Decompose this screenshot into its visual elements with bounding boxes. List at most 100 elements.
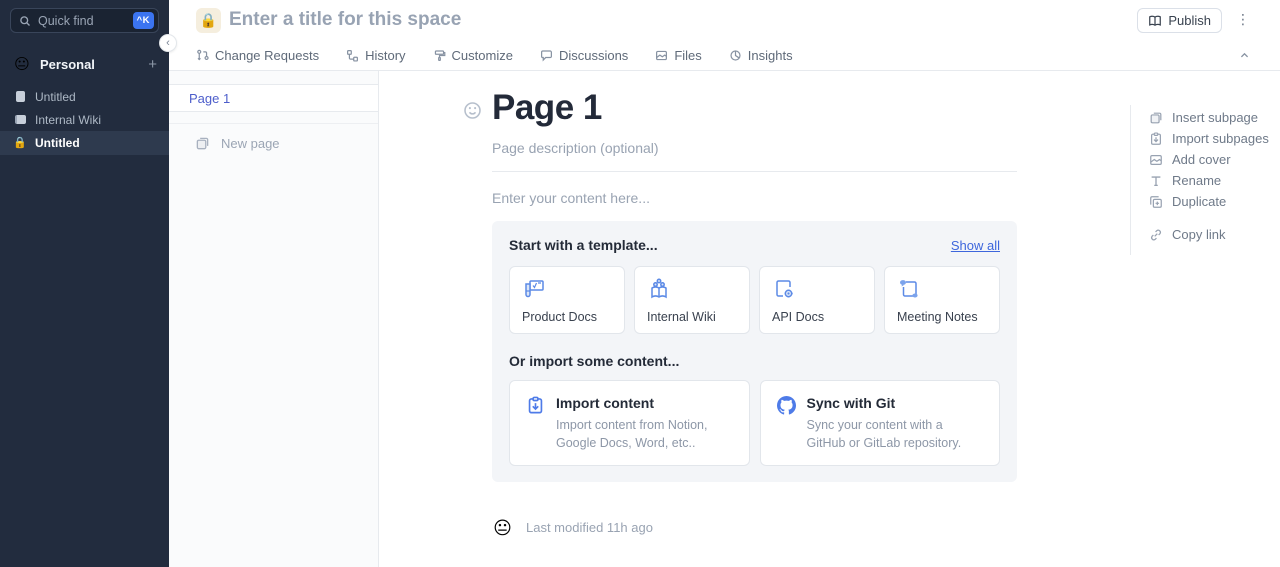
page-list-item-selected[interactable]: Page 1 xyxy=(169,84,378,112)
link-icon xyxy=(1149,228,1163,242)
action-label: Rename xyxy=(1172,173,1221,188)
space-list: Untitled Internal Wiki 🔒 Untitled xyxy=(0,85,169,155)
tab-label: Customize xyxy=(452,48,513,63)
shortcut-badge: ^K xyxy=(133,12,154,29)
clipboard-import-icon xyxy=(526,396,545,415)
image-icon xyxy=(655,49,668,62)
tab-history[interactable]: History xyxy=(346,48,405,63)
pie-chart-icon xyxy=(729,49,742,62)
divider xyxy=(492,171,1017,172)
emoji-picker-icon[interactable] xyxy=(463,101,482,120)
more-options-icon[interactable]: ⋮ xyxy=(1236,11,1250,28)
versions-icon xyxy=(346,49,359,62)
speech-bubble-icon xyxy=(540,49,553,62)
add-cover-button[interactable]: Add cover xyxy=(1131,149,1280,170)
tab-files[interactable]: Files xyxy=(655,48,701,63)
lock-icon: 🔒 xyxy=(14,137,26,149)
template-card-label: Meeting Notes xyxy=(897,310,987,324)
doc-bubbles-icon xyxy=(897,277,921,301)
chevron-left-icon: ‹ xyxy=(166,37,170,49)
workspace-name: Personal xyxy=(40,57,148,72)
wiki-book-icon xyxy=(647,277,671,301)
add-space-button[interactable]: + xyxy=(148,56,157,73)
action-label: Import subpages xyxy=(1172,131,1269,146)
sidebar-item-internal-wiki[interactable]: Internal Wiki xyxy=(0,108,169,131)
page-description-input[interactable]: Page description (optional) xyxy=(492,140,1017,156)
templates-heading: Start with a template... xyxy=(509,237,658,253)
new-page-button[interactable]: New page xyxy=(169,136,378,151)
show-all-link[interactable]: Show all xyxy=(951,238,1000,253)
sync-with-git-card[interactable]: Sync with Git Sync your content with a G… xyxy=(760,380,1001,466)
import-subpages-button[interactable]: Import subpages xyxy=(1131,128,1280,149)
clipboard-import-icon xyxy=(1149,132,1163,146)
collapse-sidebar-button[interactable]: ‹ xyxy=(159,34,177,52)
workspace-avatar: 😐 xyxy=(13,55,31,73)
smiley-icon xyxy=(463,101,482,120)
space-emoji-icon[interactable]: 🔒 xyxy=(196,8,221,33)
publish-button[interactable]: Publish xyxy=(1137,8,1222,33)
sidebar-item-label: Untitled xyxy=(35,90,76,104)
pages-icon xyxy=(195,136,210,151)
workspace-row[interactable]: 😐 Personal + xyxy=(0,51,169,77)
page-list-item-label: Page 1 xyxy=(189,91,230,106)
space-title-input[interactable]: Enter a title for this space xyxy=(229,9,461,31)
action-label: Insert subpage xyxy=(1172,110,1258,125)
action-label: Duplicate xyxy=(1172,194,1226,209)
sidebar-item-label: Untitled xyxy=(35,136,80,150)
quick-find-input[interactable]: Quick find ^K xyxy=(10,8,159,33)
import-card-description: Import content from Notion, Google Docs,… xyxy=(556,416,731,452)
pages-icon xyxy=(1149,111,1163,125)
page-icon xyxy=(14,91,26,103)
duplicate-button[interactable]: Duplicate xyxy=(1131,191,1280,212)
tab-change-requests[interactable]: Change Requests xyxy=(196,48,319,63)
tab-label: Files xyxy=(674,48,701,63)
copy-link-button[interactable]: Copy link xyxy=(1131,224,1280,245)
template-card-product-docs[interactable]: Product Docs xyxy=(509,266,625,334)
action-label: Add cover xyxy=(1172,152,1231,167)
action-label: Copy link xyxy=(1172,227,1225,242)
tab-bar: Change Requests History Customize Discus… xyxy=(169,41,1280,71)
document: Page 1 Page description (optional) Enter… xyxy=(492,88,1017,482)
insert-subpage-button[interactable]: Insert subpage xyxy=(1131,107,1280,128)
tab-label: History xyxy=(365,48,405,63)
import-content-card[interactable]: Import content Import content from Notio… xyxy=(509,380,750,466)
tab-customize[interactable]: Customize xyxy=(433,48,513,63)
avatar[interactable]: 😐 xyxy=(492,517,513,538)
template-card-label: API Docs xyxy=(772,310,862,324)
page-title[interactable]: Page 1 xyxy=(492,88,1017,128)
template-card-internal-wiki[interactable]: Internal Wiki xyxy=(634,266,750,334)
sidebar-item-untitled-2-selected[interactable]: 🔒 Untitled xyxy=(0,131,169,155)
publish-label: Publish xyxy=(1168,13,1211,28)
rename-button[interactable]: Rename xyxy=(1131,170,1280,191)
page-list-divider xyxy=(169,123,378,124)
doc-gear-icon xyxy=(772,277,796,301)
pull-request-icon xyxy=(196,49,209,62)
duplicate-icon xyxy=(1149,195,1163,209)
tab-label: Insights xyxy=(748,48,793,63)
import-card-title: Import content xyxy=(556,395,731,411)
book-icon xyxy=(1148,14,1162,28)
template-card-meeting-notes[interactable]: Meeting Notes xyxy=(884,266,1000,334)
image-icon xyxy=(1149,153,1163,167)
tab-insights[interactable]: Insights xyxy=(729,48,793,63)
content-input[interactable]: Enter your content here... xyxy=(492,190,1017,206)
flask-doc-icon xyxy=(522,277,546,301)
tab-label: Change Requests xyxy=(215,48,319,63)
tab-discussions[interactable]: Discussions xyxy=(540,48,628,63)
sidebar-item-untitled-1[interactable]: Untitled xyxy=(0,85,169,108)
template-card-label: Internal Wiki xyxy=(647,310,737,324)
last-modified-row: 😐 Last modified 11h ago xyxy=(492,517,1130,538)
page-actions-panel: Insert subpage Import subpages Add cover… xyxy=(1130,105,1280,255)
quick-find-placeholder: Quick find xyxy=(38,14,133,28)
template-card-label: Product Docs xyxy=(522,310,612,324)
import-card-title: Sync with Git xyxy=(807,395,982,411)
tab-label: Discussions xyxy=(559,48,628,63)
text-t-icon xyxy=(1149,174,1163,188)
book-icon xyxy=(14,114,26,126)
header: 🔒 Enter a title for this space Publish ⋮ xyxy=(169,0,1280,41)
getting-started-panel: Start with a template... Show all Produc… xyxy=(492,221,1017,482)
template-card-api-docs[interactable]: API Docs xyxy=(759,266,875,334)
template-cards: Product Docs Internal Wiki API Docs Meet… xyxy=(509,266,1000,334)
collapse-tabs-button[interactable] xyxy=(1239,50,1250,61)
last-modified-text: Last modified 11h ago xyxy=(526,520,653,535)
